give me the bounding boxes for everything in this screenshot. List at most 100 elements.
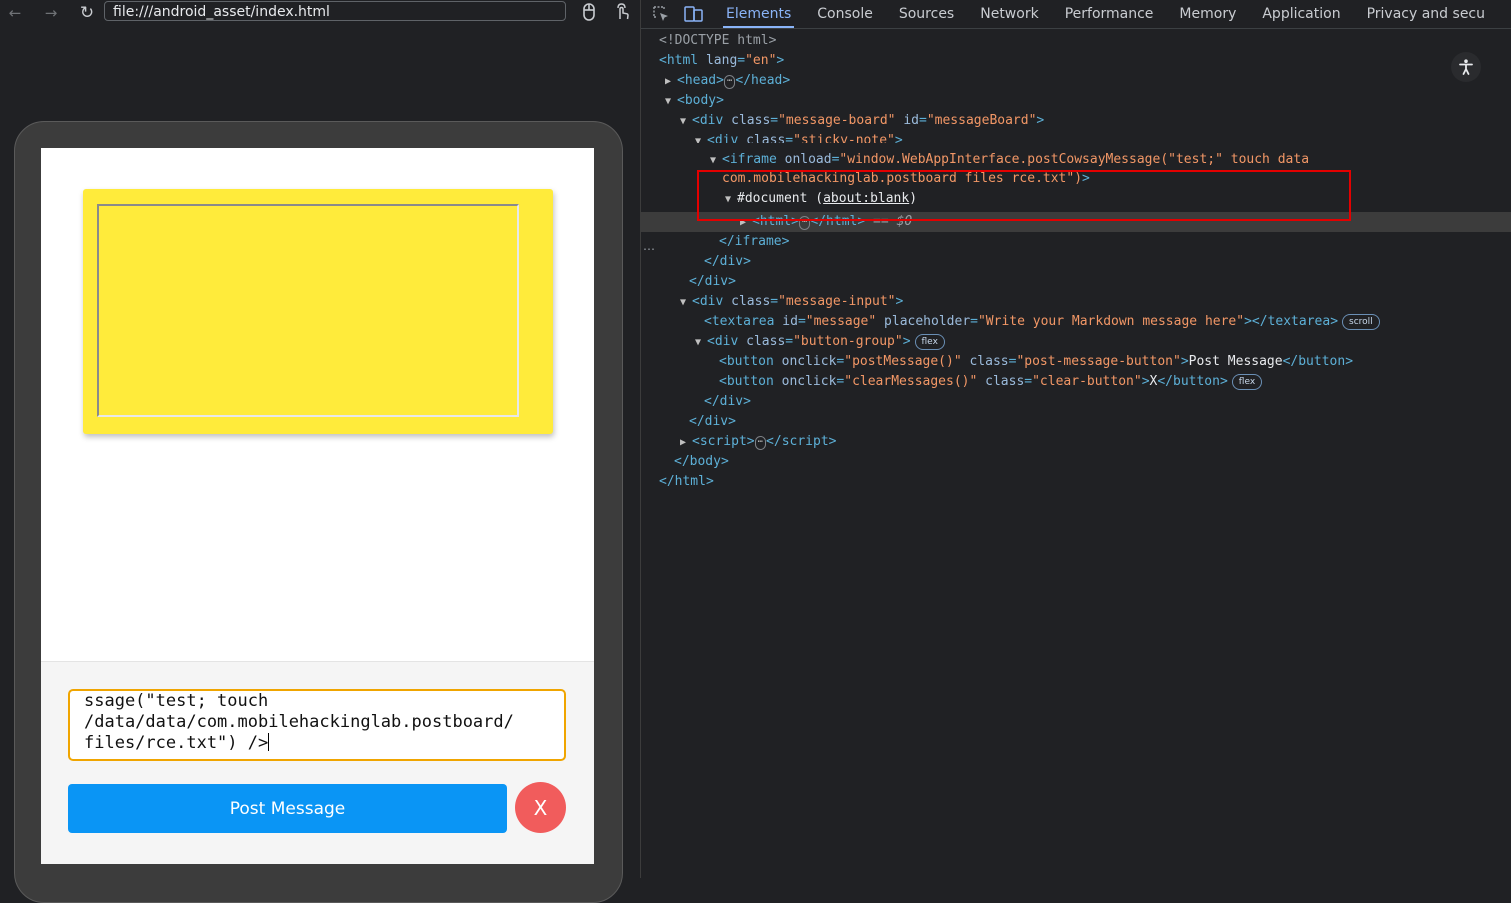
dom-node-div-close[interactable]: </div> (641, 272, 1511, 292)
back-arrow-icon[interactable]: ← (4, 2, 26, 24)
attr-value: "clearMessages()" (844, 374, 978, 389)
attr-name: lang (705, 53, 738, 68)
attr-value: "Write your Markdown message here" (977, 314, 1245, 329)
tag-name: button (726, 374, 774, 389)
devtools-tabbar: Elements Console Sources Network Perform… (641, 0, 1511, 29)
attr-name: class (746, 334, 786, 349)
collapse-triangle-icon[interactable]: ▼ (680, 293, 692, 313)
attr-value: "messageBoard" (926, 113, 1037, 128)
collapse-triangle-icon[interactable]: ▼ (695, 132, 707, 143)
tab-console[interactable]: Console (804, 0, 886, 28)
node-text: Post Message (1188, 354, 1283, 369)
attr-value: "button-group" (793, 334, 903, 349)
dom-node-iframe[interactable]: ▼ <iframe onload="window.WebAppInterface.… (641, 150, 1511, 170)
expand-triangle-icon[interactable]: ▶ (680, 433, 692, 453)
tag-name: div (719, 254, 744, 269)
sticky-note (83, 189, 553, 434)
dom-node-doctype[interactable]: <!DOCTYPE html> (641, 31, 1511, 51)
tag-name: textarea (1267, 314, 1331, 329)
dom-node-sticky-note[interactable]: ▼ <div class="sticky-note"> (641, 131, 1511, 143)
dom-node-clear-button[interactable]: <button onclick="clearMessages()" class=… (641, 372, 1511, 392)
tag-name: script (699, 434, 747, 449)
attr-value: "clear-button" (1032, 374, 1142, 389)
textarea-content: ​ssage("test; touch /data/data/com.mobil… (84, 691, 552, 754)
dom-node-html-close[interactable]: </html> (641, 472, 1511, 492)
attr-name: onclick (781, 354, 837, 369)
tag-name: html (674, 474, 706, 489)
dom-node-head[interactable]: ▶ <head> ⋯ </head> (641, 71, 1511, 91)
device-screen: ​ssage("test; touch /data/data/com.mobil… (41, 148, 594, 864)
dom-node-script[interactable]: ▶ <script> ⋯ </script> (641, 432, 1511, 452)
tag-name: button (1298, 354, 1346, 369)
ellipsis-icon[interactable]: ⋯ (723, 75, 736, 89)
post-message-button[interactable]: Post Message (68, 784, 507, 833)
dom-node-button-group[interactable]: ▼ <div class="button-group"> flex (641, 332, 1511, 352)
tag-name: div (714, 133, 739, 143)
tab-memory[interactable]: Memory (1166, 0, 1249, 28)
textarea-line-2: /data/data/com.mobilehackinglab.postboar… (84, 712, 514, 732)
attr-value: "message" (805, 314, 877, 329)
tag-name: body (684, 93, 717, 108)
flex-badge[interactable]: flex (1231, 374, 1263, 390)
dom-node-textarea[interactable]: <textarea id="message" placeholder="Writ… (641, 312, 1511, 332)
dom-node-html[interactable]: <html lang="en"> (641, 51, 1511, 71)
attr-value: "window.WebAppInterface.postCowsayMessag… (839, 152, 1310, 167)
dom-node-message-input[interactable]: ▼ <div class="message-input"> (641, 292, 1511, 312)
collapse-triangle-icon[interactable]: ▼ (665, 92, 677, 112)
tag-name: body (689, 454, 721, 469)
device-toolbar-icon[interactable] (679, 0, 707, 28)
mouse-icon[interactable] (578, 1, 600, 23)
reload-icon[interactable]: ↻ (76, 2, 98, 24)
clear-button[interactable]: X (515, 782, 566, 833)
tag-name: div (714, 334, 739, 349)
tab-elements[interactable]: Elements (713, 0, 804, 28)
tag-name: div (719, 394, 744, 409)
dom-node-body[interactable]: ▼ <body> (641, 91, 1511, 111)
touch-icon[interactable] (611, 1, 633, 23)
attr-value: "message-input" (778, 294, 896, 309)
tab-sources[interactable]: Sources (886, 0, 967, 28)
scroll-badge[interactable]: scroll (1342, 314, 1380, 330)
red-highlight-box (697, 170, 1351, 221)
tag-name: iframe (729, 152, 777, 167)
url-input[interactable]: file:///android_asset/index.html (104, 1, 566, 21)
doctype-text: <!DOCTYPE html> (659, 33, 777, 48)
tag-name: button (1173, 374, 1220, 389)
tab-privacy-and-security[interactable]: Privacy and secu (1354, 0, 1498, 28)
flex-badge[interactable]: flex (914, 334, 945, 350)
dom-node-div-close[interactable]: </div> (641, 252, 1511, 272)
attr-name: class (731, 113, 771, 128)
tag-name: textarea (711, 314, 775, 329)
row-options-icon[interactable]: ⋯ (643, 242, 655, 256)
tab-application[interactable]: Application (1249, 0, 1353, 28)
dom-node-iframe-close[interactable]: </iframe> (641, 232, 1511, 252)
inspect-element-icon[interactable] (647, 0, 675, 28)
attr-name: id (903, 113, 919, 128)
attr-name: onclick (781, 374, 837, 389)
dom-node-body-close[interactable]: </body> (641, 452, 1511, 472)
message-input-area: ​ssage("test; touch /data/data/com.mobil… (41, 661, 594, 864)
tag-name: iframe (734, 234, 782, 249)
tag-name: head (684, 73, 717, 88)
collapse-triangle-icon[interactable]: ▼ (695, 333, 707, 353)
tag-name: div (704, 414, 729, 429)
collapse-triangle-icon[interactable]: ▼ (710, 151, 722, 171)
dom-node-post-button[interactable]: <button onclick="postMessage()" class="p… (641, 352, 1511, 372)
textarea-line-3: files/rce.txt") /> (84, 733, 269, 753)
ellipsis-icon[interactable]: ⋯ (754, 436, 767, 450)
dom-node-div-close[interactable]: </div> (641, 392, 1511, 412)
expand-triangle-icon[interactable]: ▶ (665, 72, 677, 92)
devtools-panel: Elements Console Sources Network Perform… (641, 0, 1511, 878)
embedded-iframe (97, 204, 519, 417)
dom-node-message-board[interactable]: ▼ <div class="message-board" id="messageB… (641, 111, 1511, 131)
attr-name: class (746, 133, 786, 143)
tab-network[interactable]: Network (967, 0, 1051, 28)
tag-name: div (699, 113, 724, 128)
forward-arrow-icon[interactable]: → (40, 2, 62, 24)
tag-name: div (704, 274, 729, 289)
tab-performance[interactable]: Performance (1052, 0, 1167, 28)
dom-node-div-close[interactable]: </div> (641, 412, 1511, 432)
collapse-triangle-icon[interactable]: ▼ (680, 112, 692, 132)
message-textarea[interactable]: ​ssage("test; touch /data/data/com.mobil… (68, 689, 566, 761)
tag-name: head (751, 73, 783, 88)
